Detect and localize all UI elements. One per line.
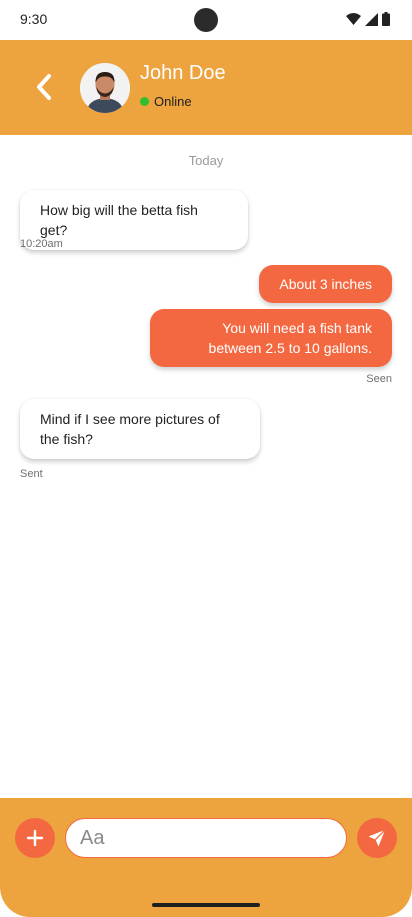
send-icon: [368, 829, 386, 847]
status-time: 9:30: [20, 11, 48, 27]
message-status-seen: Seen: [366, 373, 392, 385]
day-separator: Today: [188, 153, 224, 168]
message-bubble-outgoing[interactable]: About 3 inches: [259, 265, 392, 303]
message-timestamp: 10:20am: [20, 238, 63, 250]
avatar[interactable]: [80, 63, 130, 113]
message-bubble-outgoing[interactable]: You will need a fish tank between 2.5 to…: [150, 309, 392, 367]
message-status-sent: Sent: [20, 468, 43, 480]
battery-icon: [382, 12, 390, 26]
online-indicator: [140, 97, 149, 106]
plus-icon: [26, 829, 44, 847]
message-composer: [0, 798, 412, 917]
send-button[interactable]: [357, 818, 397, 858]
cellular-signal-icon: [365, 12, 378, 26]
status-bar: 9:30: [0, 0, 412, 40]
contact-name: John Doe: [140, 62, 226, 84]
contact-photo: [80, 63, 130, 113]
message-input[interactable]: [65, 818, 347, 858]
wifi-icon: [346, 13, 361, 25]
presence-status: Online: [140, 94, 192, 109]
add-attachment-button[interactable]: [15, 818, 55, 858]
chat-header: John Doe Online: [0, 40, 412, 135]
camera-cutout: [194, 8, 218, 32]
status-icons: [346, 12, 390, 26]
chevron-left-icon: [37, 74, 51, 100]
message-bubble-incoming[interactable]: Mind if I see more pictures of the fish?: [20, 399, 260, 459]
presence-label: Online: [154, 94, 192, 109]
home-indicator[interactable]: [152, 903, 260, 907]
back-button[interactable]: [30, 72, 60, 102]
